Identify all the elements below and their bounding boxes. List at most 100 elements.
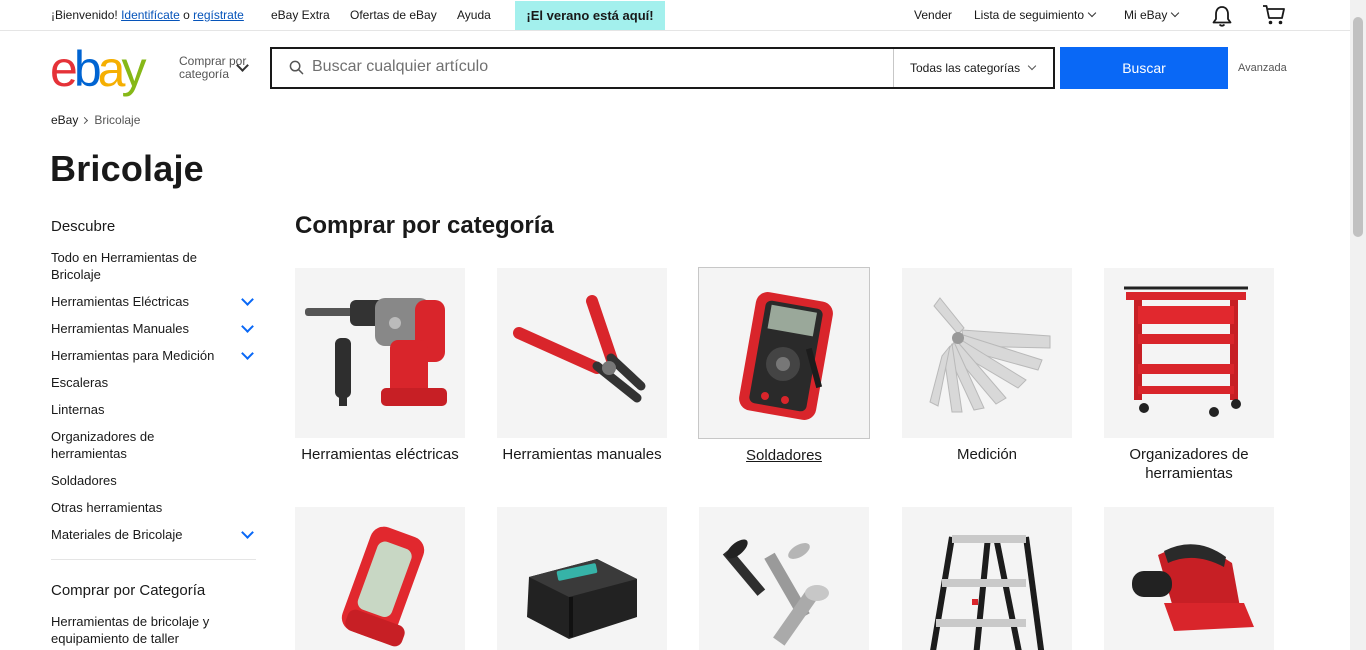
work-light-icon <box>341 526 425 647</box>
sidebar-item-ladders[interactable]: Escaleras <box>51 374 256 391</box>
chevron-right-icon <box>81 116 89 125</box>
category-image[interactable] <box>1104 507 1274 650</box>
shop-by-category-heading: Comprar por categoría <box>295 212 554 239</box>
sidebar-item-power-tools[interactable]: Herramientas Eléctricas <box>51 293 256 310</box>
top-bar: ¡Bienvenido! Identifícate o regístrate e… <box>0 0 1350 31</box>
sidebar-item-diy-materials[interactable]: Materiales de Bricolaje <box>51 526 256 543</box>
category-image[interactable] <box>295 268 465 438</box>
ebay-extra-link[interactable]: eBay Extra <box>271 8 330 22</box>
sidebar-item-label: Soldadores <box>51 473 117 488</box>
cart-icon[interactable] <box>1262 4 1286 26</box>
sidebar: Descubre Todo en Herramientas de Bricola… <box>51 218 256 650</box>
sidebar-item-tool-organizers[interactable]: Organizadores de herramientas <box>51 428 256 462</box>
multimeter-icon <box>739 292 833 420</box>
breadcrumb: eBay Bricolaje <box>51 113 140 127</box>
sidebar-item-label: Herramientas para Medición <box>51 348 215 363</box>
sidebar-item-measuring-tools[interactable]: Herramientas para Medición <box>51 347 256 364</box>
sidebar-item-label: Herramientas de bricolaje y equipamiento… <box>51 614 210 646</box>
signin-link[interactable]: Identifícate <box>121 8 180 22</box>
sidebar-heading-discover: Descubre <box>51 218 116 235</box>
sidebar-item-other-tools[interactable]: Otras herramientas <box>51 499 256 516</box>
rotary-hammer-icon <box>305 298 447 406</box>
bell-icon[interactable] <box>1211 4 1233 28</box>
sidebar-item-label: Materiales de Bricolaje <box>51 527 183 542</box>
category-image[interactable] <box>497 268 667 438</box>
pliers-icon <box>513 295 646 403</box>
chevron-down-icon <box>1027 61 1037 71</box>
sidebar-item-flashlights[interactable]: Linternas <box>51 401 256 418</box>
help-link[interactable]: Ayuda <box>457 8 491 22</box>
sidebar-item-label: Otras herramientas <box>51 500 163 515</box>
category-tile-welders[interactable]: Soldadores <box>698 267 870 465</box>
welcome-text: ¡Bienvenido! Identifícate o regístrate <box>51 8 244 22</box>
page-title: Bricolaje <box>50 148 204 189</box>
logo-letter-e: e <box>50 41 78 97</box>
my-ebay-menu[interactable]: Mi eBay <box>1124 8 1180 22</box>
sidebar-item-label: Linternas <box>51 402 105 417</box>
page-scrollbar[interactable] <box>1350 0 1366 650</box>
category-select-label: Todas las categorías <box>910 61 1021 75</box>
sidebar-item-welders[interactable]: Soldadores <box>51 472 256 489</box>
category-image[interactable] <box>902 507 1072 650</box>
ebay-logo[interactable]: ebay <box>50 41 146 97</box>
category-image[interactable] <box>497 507 667 650</box>
sidebar-category-item[interactable]: Herramientas de bricolaje y equipamiento… <box>51 613 256 647</box>
logo-letter-y: y <box>121 41 146 97</box>
step-ladder-icon <box>930 535 1045 650</box>
search-icon <box>289 60 304 75</box>
category-image[interactable] <box>1104 268 1274 438</box>
search-bar: Buscar cualquier artículo Todas las cate… <box>270 47 1055 89</box>
register-link[interactable]: regístrate <box>193 8 244 22</box>
chevron-down-icon[interactable] <box>241 293 254 306</box>
promo-banner[interactable]: ¡El verano está aquí! <box>515 1 665 30</box>
sidebar-item-label: Escaleras <box>51 375 109 390</box>
orbital-sander-icon <box>1132 544 1254 631</box>
scrollbar-thumb[interactable] <box>1353 17 1363 237</box>
sidebar-item-label: Herramientas Manuales <box>51 321 190 336</box>
category-tile-tool-organizers[interactable]: Organizadores de herramientas <box>1104 268 1276 483</box>
chevron-down-icon[interactable] <box>241 347 254 360</box>
category-image[interactable] <box>698 267 870 439</box>
category-select[interactable]: Todas las categorías <box>893 49 1053 87</box>
watchlist-menu[interactable]: Lista de seguimiento <box>974 8 1097 22</box>
category-label[interactable]: Herramientas manuales <box>497 445 667 464</box>
sell-link[interactable]: Vender <box>914 8 952 22</box>
sidebar-item-label: Organizadores de herramientas <box>51 429 155 461</box>
category-label[interactable]: Organizadores de herramientas <box>1104 445 1274 483</box>
category-tile-flashlights[interactable] <box>295 507 467 650</box>
category-image[interactable] <box>902 268 1072 438</box>
category-tile-measuring[interactable]: Medición <box>902 268 1074 464</box>
category-tile-ladders[interactable] <box>902 507 1074 650</box>
chevron-down-icon[interactable] <box>241 526 254 539</box>
welcome-label: ¡Bienvenido! <box>51 8 118 22</box>
sidebar-item-label: Herramientas Eléctricas <box>51 294 189 309</box>
feeler-gauge-icon <box>929 297 1051 413</box>
breadcrumb-current: Bricolaje <box>94 113 141 127</box>
sidebar-item-label: Todo en Herramientas de Bricolaje <box>51 250 197 282</box>
category-image[interactable] <box>699 507 869 650</box>
tool-cart-icon <box>1124 286 1248 417</box>
category-tile-sanders[interactable] <box>1104 507 1276 650</box>
category-label[interactable]: Medición <box>902 445 1072 464</box>
category-tile-power-tools[interactable]: Herramientas eléctricas <box>295 268 467 464</box>
chevron-down-icon <box>1087 8 1097 18</box>
category-tile-fasteners[interactable] <box>699 507 871 650</box>
sidebar-item-hand-tools[interactable]: Herramientas Manuales <box>51 320 256 337</box>
search-input[interactable]: Buscar cualquier artículo <box>312 58 488 76</box>
or-text: o <box>183 8 190 22</box>
category-label[interactable]: Soldadores <box>698 446 870 465</box>
category-tile-hand-tools[interactable]: Herramientas manuales <box>497 268 669 464</box>
advanced-search-link[interactable]: Avanzada <box>1238 62 1287 74</box>
breadcrumb-home[interactable]: eBay <box>51 113 78 127</box>
sidebar-item-all-diy-tools[interactable]: Todo en Herramientas de Bricolaje <box>51 249 256 283</box>
category-label[interactable]: Herramientas eléctricas <box>295 445 465 464</box>
search-button[interactable]: Buscar <box>1060 47 1228 89</box>
logo-letter-b: b <box>73 41 102 97</box>
screws-icon <box>722 539 829 646</box>
deals-link[interactable]: Ofertas de eBay <box>350 8 437 22</box>
sidebar-heading-shop-by-category: Comprar por Categoría <box>51 582 206 599</box>
category-image[interactable] <box>295 507 465 650</box>
chevron-down-icon[interactable] <box>241 320 254 333</box>
category-tile-batteries[interactable] <box>497 507 669 650</box>
chevron-down-icon <box>1171 8 1180 18</box>
